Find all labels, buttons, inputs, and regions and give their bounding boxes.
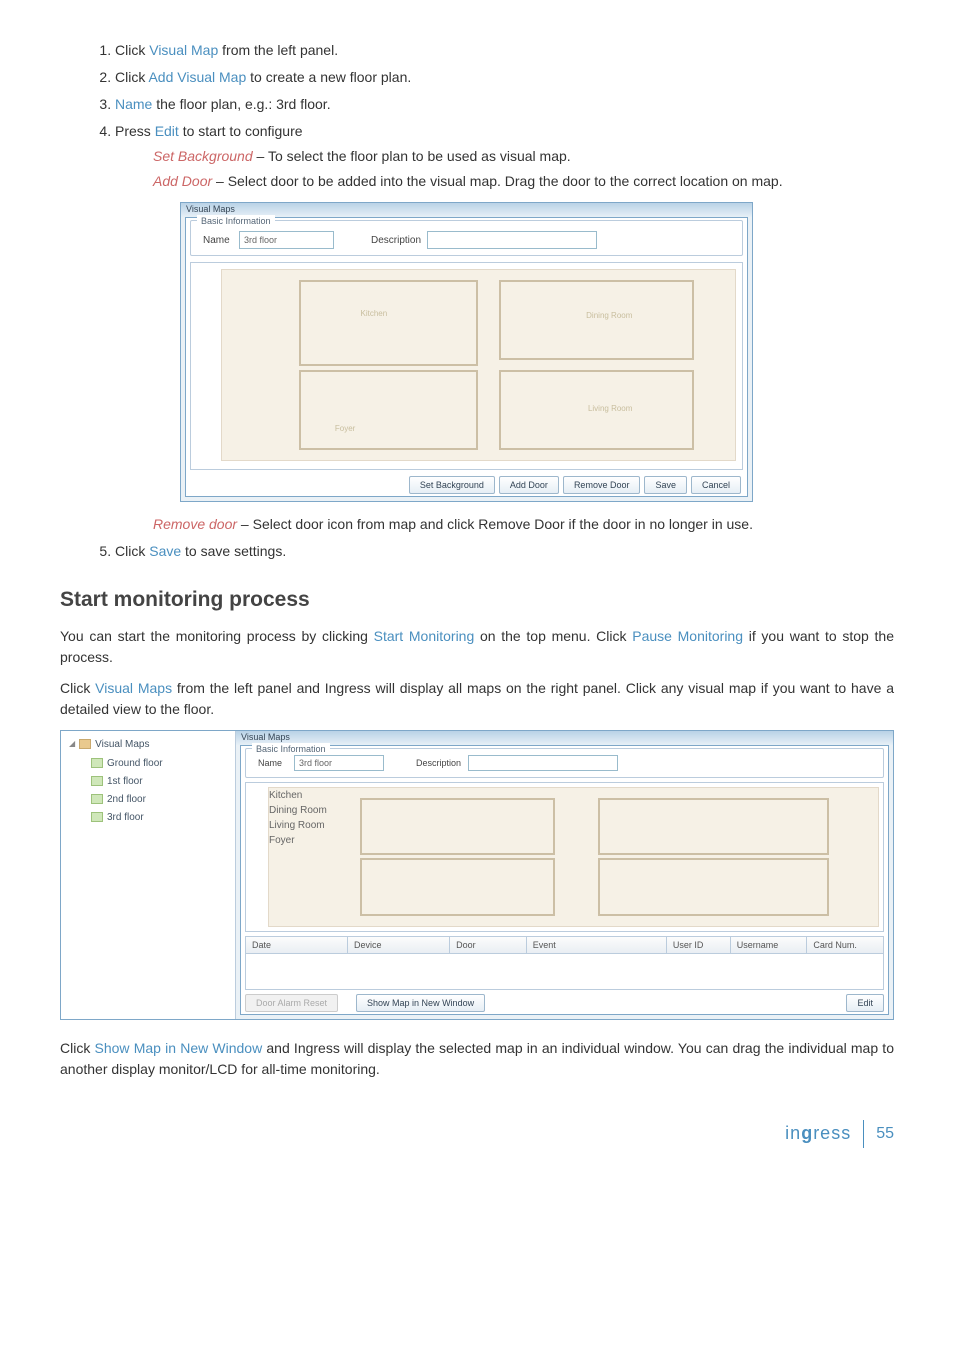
tree-panel: ◢ Visual Maps Ground floor 1st floor 2nd… (61, 731, 236, 1019)
sub-set-background: Set Background – To select the floor pla… (153, 146, 894, 167)
step-3: Name the floor plan, e.g.: 3rd floor. (115, 94, 894, 115)
para-2: Click Visual Maps from the left panel an… (60, 678, 894, 720)
col-cardnum[interactable]: Card Num. (807, 937, 883, 953)
floorplan-image: Kitchen Dining Room Living Room Foyer (268, 787, 879, 927)
groupbox-label: Basic Information (197, 215, 275, 229)
name-label: Name (203, 233, 230, 248)
para-1: You can start the monitoring process by … (60, 626, 894, 668)
sub-remove-door: Remove door – Select door icon from map … (153, 514, 894, 535)
map-canvas[interactable]: Kitchen Dining Room Living Room Foyer (245, 782, 884, 932)
link-edit: Edit (155, 123, 179, 139)
link-visual-maps: Visual Maps (95, 680, 172, 696)
step-5: Click Save to save settings. (115, 541, 894, 562)
remove-door-button[interactable]: Remove Door (563, 476, 641, 494)
map-icon (91, 812, 103, 822)
description-input[interactable] (468, 755, 618, 771)
tree-item-ground[interactable]: Ground floor (91, 756, 227, 771)
tree-root[interactable]: ◢ Visual Maps (69, 737, 227, 752)
cancel-button[interactable]: Cancel (691, 476, 741, 494)
edit-button[interactable]: Edit (846, 994, 884, 1012)
description-label: Description (416, 757, 461, 771)
screenshot-visual-map-editor: Visual Maps Basic Information Name 3rd f… (180, 202, 753, 502)
add-door-button[interactable]: Add Door (499, 476, 559, 494)
page-footer: ingress 55 (60, 1120, 894, 1148)
col-device[interactable]: Device (348, 937, 450, 953)
name-input[interactable]: 3rd floor (239, 231, 334, 249)
panel-titlebar: Visual Maps (236, 731, 893, 745)
section-heading: Start monitoring process (60, 584, 894, 616)
folder-icon (79, 739, 91, 749)
map-icon (91, 776, 103, 786)
save-button[interactable]: Save (644, 476, 687, 494)
set-background-button[interactable]: Set Background (409, 476, 495, 494)
link-add-visual-map: Add Visual Map (148, 69, 246, 85)
door-alarm-reset-button[interactable]: Door Alarm Reset (245, 994, 338, 1012)
event-table-body (245, 954, 884, 990)
floorplan-image: Kitchen Dining Room Living Room Foyer (221, 269, 736, 461)
step-1: Click Visual Map from the left panel. (115, 40, 894, 61)
name-input[interactable]: 3rd floor (294, 755, 384, 771)
description-label: Description (371, 233, 421, 248)
map-icon (91, 758, 103, 768)
map-icon (91, 794, 103, 804)
col-date[interactable]: Date (246, 937, 348, 953)
steps-list: Click Visual Map from the left panel. Cl… (115, 40, 894, 562)
brand-logo: ingress (785, 1120, 851, 1147)
sub-add-door: Add Door – Select door to be added into … (153, 171, 894, 192)
link-visual-map: Visual Map (149, 42, 218, 58)
step-2: Click Add Visual Map to create a new flo… (115, 67, 894, 88)
show-map-new-window-button[interactable]: Show Map in New Window (356, 994, 485, 1012)
name-label: Name (258, 757, 282, 771)
tree-item-3rd[interactable]: 3rd floor (91, 810, 227, 825)
page-number: 55 (876, 1122, 894, 1146)
link-name: Name (115, 96, 152, 112)
link-save: Save (149, 543, 181, 559)
step-4: Press Edit to start to configure Set Bac… (115, 121, 894, 535)
screenshot-monitoring-view: ◢ Visual Maps Ground floor 1st floor 2nd… (60, 730, 894, 1020)
col-door[interactable]: Door (450, 937, 527, 953)
link-show-map-new-window: Show Map in New Window (95, 1040, 263, 1056)
link-start-monitoring: Start Monitoring (374, 628, 475, 644)
description-input[interactable] (427, 231, 597, 249)
tree-item-2nd[interactable]: 2nd floor (91, 792, 227, 807)
col-username[interactable]: Username (731, 937, 808, 953)
tree-item-1st[interactable]: 1st floor (91, 774, 227, 789)
para-3: Click Show Map in New Window and Ingress… (60, 1038, 894, 1080)
event-table-header: Date Device Door Event User ID Username … (245, 936, 884, 954)
col-userid[interactable]: User ID (667, 937, 731, 953)
link-pause-monitoring: Pause Monitoring (632, 628, 743, 644)
col-event[interactable]: Event (527, 937, 667, 953)
map-canvas[interactable]: Kitchen Dining Room Living Room Foyer (190, 262, 743, 470)
